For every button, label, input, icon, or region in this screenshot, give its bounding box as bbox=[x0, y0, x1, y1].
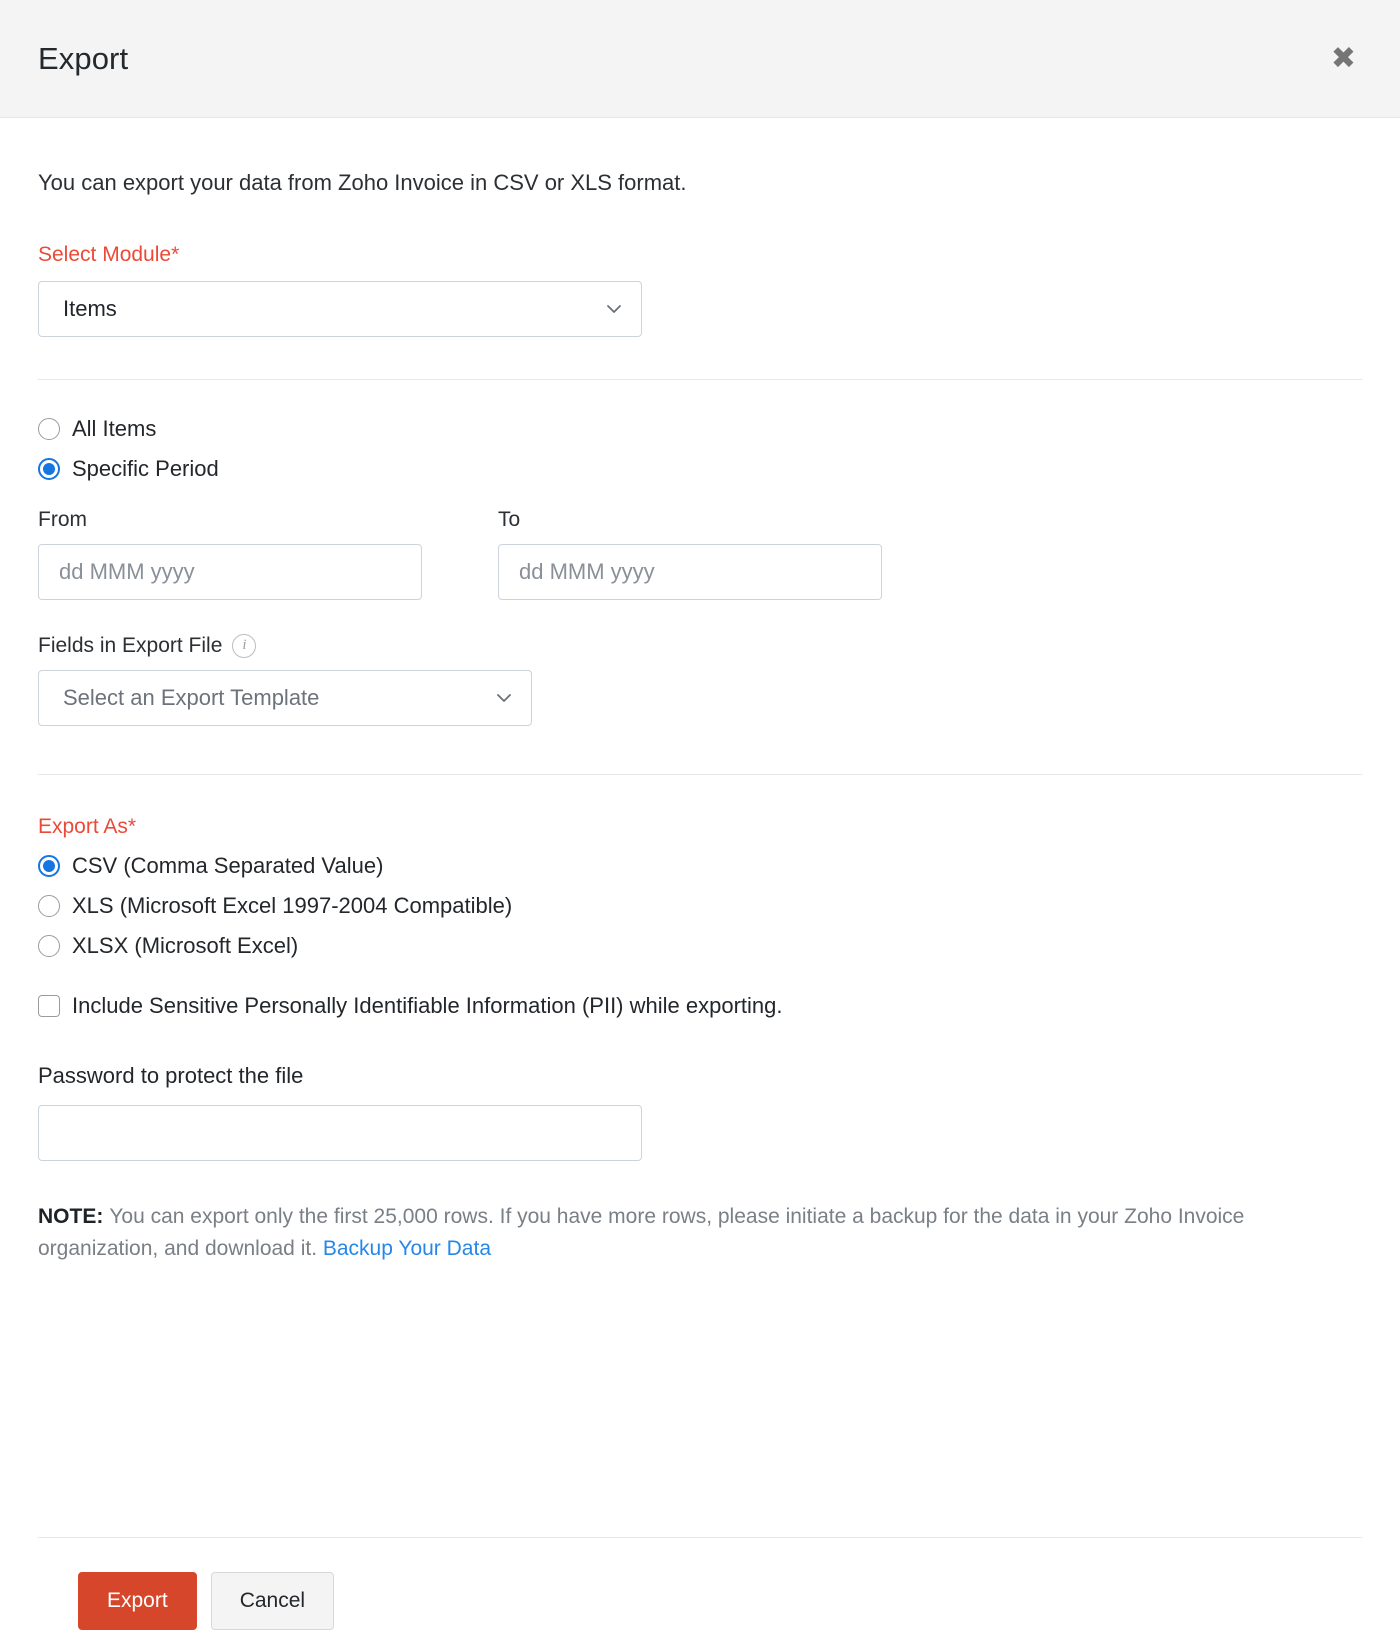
info-icon[interactable]: i bbox=[232, 634, 256, 658]
scope-option-label: All Items bbox=[72, 416, 156, 442]
from-date-input[interactable] bbox=[38, 544, 422, 600]
export-dialog: Export ✖ You can export your data from Z… bbox=[0, 0, 1400, 1630]
module-select[interactable]: Items bbox=[38, 281, 642, 337]
radio-selected-icon bbox=[38, 458, 60, 480]
password-label: Password to protect the file bbox=[38, 1063, 1362, 1089]
divider-middle bbox=[38, 774, 1362, 775]
to-label: To bbox=[498, 508, 940, 532]
scope-option-all-items[interactable]: All Items bbox=[38, 416, 1362, 442]
from-field-group: From bbox=[38, 508, 480, 600]
export-template-value: Select an Export Template bbox=[63, 685, 319, 711]
cancel-button[interactable]: Cancel bbox=[211, 1572, 334, 1630]
scope-option-specific-period[interactable]: Specific Period bbox=[38, 456, 1362, 482]
intro-text: You can export your data from Zoho Invoi… bbox=[38, 168, 1362, 199]
scope-option-label: Specific Period bbox=[72, 456, 219, 482]
export-as-options: CSV (Comma Separated Value) XLS (Microso… bbox=[38, 853, 1362, 959]
chevron-down-icon bbox=[605, 300, 623, 318]
radio-icon bbox=[38, 895, 60, 917]
dialog-body: You can export your data from Zoho Invoi… bbox=[0, 118, 1400, 1509]
backup-your-data-link[interactable]: Backup Your Data bbox=[323, 1237, 491, 1260]
to-date-input[interactable] bbox=[498, 544, 882, 600]
password-input[interactable] bbox=[38, 1105, 642, 1161]
chevron-down-icon bbox=[495, 689, 513, 707]
radio-icon bbox=[38, 935, 60, 957]
export-template-select[interactable]: Select an Export Template bbox=[38, 670, 532, 726]
note-prefix: NOTE: bbox=[38, 1205, 103, 1228]
fields-label-text: Fields in Export File bbox=[38, 634, 222, 658]
export-as-option-xls[interactable]: XLS (Microsoft Excel 1997-2004 Compatibl… bbox=[38, 893, 1362, 919]
export-as-option-label: XLSX (Microsoft Excel) bbox=[72, 933, 298, 959]
radio-selected-icon bbox=[38, 855, 60, 877]
module-select-value: Items bbox=[63, 296, 117, 322]
from-label: From bbox=[38, 508, 480, 532]
note-text: NOTE:You can export only the first 25,00… bbox=[38, 1201, 1328, 1266]
fields-in-export-file-label: Fields in Export File i bbox=[38, 634, 1362, 658]
note-body: You can export only the first 25,000 row… bbox=[38, 1205, 1244, 1261]
checkbox-icon bbox=[38, 995, 60, 1017]
divider-top bbox=[38, 379, 1362, 380]
export-button[interactable]: Export bbox=[78, 1572, 197, 1630]
export-as-option-label: XLS (Microsoft Excel 1997-2004 Compatibl… bbox=[72, 893, 512, 919]
period-row: From To bbox=[38, 508, 1362, 600]
pii-checkbox-row[interactable]: Include Sensitive Personally Identifiabl… bbox=[38, 993, 1362, 1019]
export-as-label: Export As* bbox=[38, 815, 1362, 839]
pii-checkbox-label: Include Sensitive Personally Identifiabl… bbox=[72, 993, 782, 1019]
to-field-group: To bbox=[498, 508, 940, 600]
export-as-option-xlsx[interactable]: XLSX (Microsoft Excel) bbox=[38, 933, 1362, 959]
dialog-footer: Export Cancel bbox=[38, 1537, 1362, 1630]
select-module-label: Select Module* bbox=[38, 243, 1362, 267]
radio-icon bbox=[38, 418, 60, 440]
close-icon[interactable]: ✖ bbox=[1321, 38, 1366, 80]
export-as-option-csv[interactable]: CSV (Comma Separated Value) bbox=[38, 853, 1362, 879]
dialog-header: Export ✖ bbox=[0, 0, 1400, 118]
page-title: Export bbox=[38, 41, 128, 77]
export-as-option-label: CSV (Comma Separated Value) bbox=[72, 853, 383, 879]
